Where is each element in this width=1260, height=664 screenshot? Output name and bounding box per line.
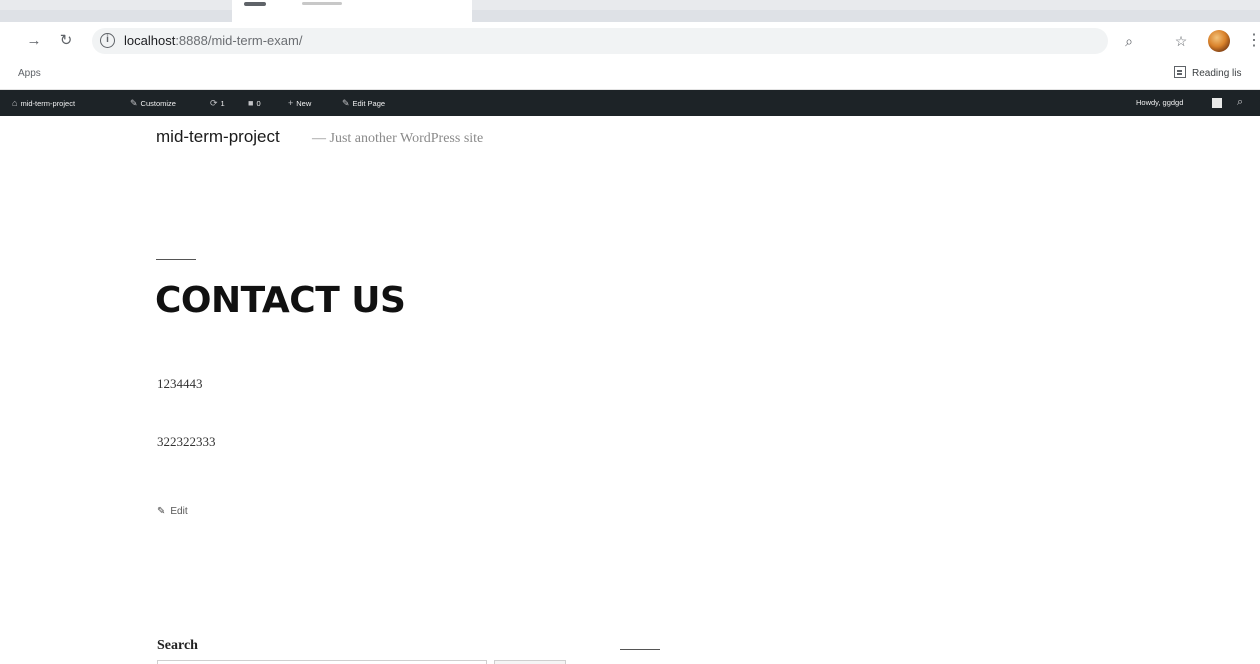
plus-icon: +: [288, 98, 294, 108]
reading-list-label: Reading lis: [1192, 68, 1242, 79]
browser-tab-active[interactable]: [232, 0, 472, 22]
heading-divider: [156, 259, 196, 260]
updates-icon: ⟳: [210, 98, 218, 108]
adminbar-edit-page[interactable]: ✎ Edit Page: [342, 98, 385, 109]
pencil-icon: ✎: [157, 506, 166, 517]
content-paragraph: 322322333: [157, 434, 216, 449]
tab-favicon: [244, 2, 266, 6]
adminbar-site-label: mid-term-project: [20, 99, 76, 108]
bookmarks-bar: Apps Reading lis: [0, 60, 1260, 90]
bookmark-apps[interactable]: Apps: [18, 68, 41, 79]
widget-divider: [620, 649, 660, 650]
address-url[interactable]: localhost:8888/mid-term-exam/: [124, 33, 302, 48]
pencil-icon: ✎: [342, 98, 350, 108]
tab-title: [302, 2, 342, 5]
adminbar-new[interactable]: + New: [288, 98, 311, 109]
profile-avatar[interactable]: [1208, 30, 1230, 52]
edit-link-label: Edit: [170, 506, 188, 517]
search-widget-title: Search: [157, 638, 198, 653]
browser-toolbar: → ↻ i localhost:8888/mid-term-exam/ ⌕ ☆ …: [0, 22, 1260, 60]
reading-list-button[interactable]: Reading lis: [1174, 66, 1241, 79]
browser-tab-inactive[interactable]: [0, 0, 232, 10]
adminbar-comments[interactable]: ■ 0: [248, 98, 261, 109]
adminbar-customize[interactable]: ✎ Customize: [130, 98, 176, 109]
browser-tab-strip: [0, 0, 1260, 22]
wp-admin-bar: ⌂ mid-term-project ✎ Customize ⟳ 1 ■ 0 + New …: [0, 90, 1260, 116]
info-icon[interactable]: i: [100, 33, 115, 48]
url-host: localhost: [124, 33, 176, 48]
adminbar-site[interactable]: ⌂ mid-term-project: [12, 98, 75, 109]
adminbar-new-label: New: [296, 99, 312, 108]
site-tagline: — Just another WordPress site: [312, 131, 484, 146]
adminbar-updates[interactable]: ⟳ 1: [210, 98, 225, 109]
edit-link[interactable]: ✎ Edit: [157, 506, 188, 517]
adminbar-howdy[interactable]: Howdy, ggdgd: [1136, 98, 1183, 107]
page-title: CONTACT US: [155, 280, 406, 321]
reload-icon[interactable]: ↻: [56, 31, 76, 51]
back-arrow-icon[interactable]: →: [24, 31, 44, 51]
url-path: :8888/mid-term-exam/: [175, 33, 303, 48]
brush-icon: ✎: [130, 98, 138, 108]
star-icon[interactable]: ☆: [1172, 32, 1190, 50]
adminbar-comments-count: 0: [256, 99, 261, 108]
comment-icon: ■: [248, 98, 254, 108]
browser-tab-inactive-right[interactable]: [472, 0, 1260, 10]
search-icon[interactable]: ⌕: [1237, 96, 1243, 109]
adminbar-user-avatar[interactable]: [1212, 98, 1222, 108]
content-paragraph: 1234443: [157, 376, 203, 391]
adminbar-edit-page-label: Edit Page: [352, 99, 386, 108]
zoom-icon[interactable]: ⌕: [1120, 32, 1138, 50]
address-bar[interactable]: i localhost:8888/mid-term-exam/: [92, 28, 1108, 54]
site-title[interactable]: mid-term-project: [156, 127, 280, 147]
adminbar-customize-label: Customize: [140, 99, 176, 108]
reading-list-icon: [1174, 66, 1186, 78]
adminbar-updates-count: 1: [220, 99, 225, 108]
search-button[interactable]: [494, 660, 566, 664]
search-input[interactable]: [157, 660, 487, 664]
home-icon: ⌂: [12, 98, 18, 108]
kebab-menu-icon[interactable]: ⋮: [1246, 32, 1260, 50]
